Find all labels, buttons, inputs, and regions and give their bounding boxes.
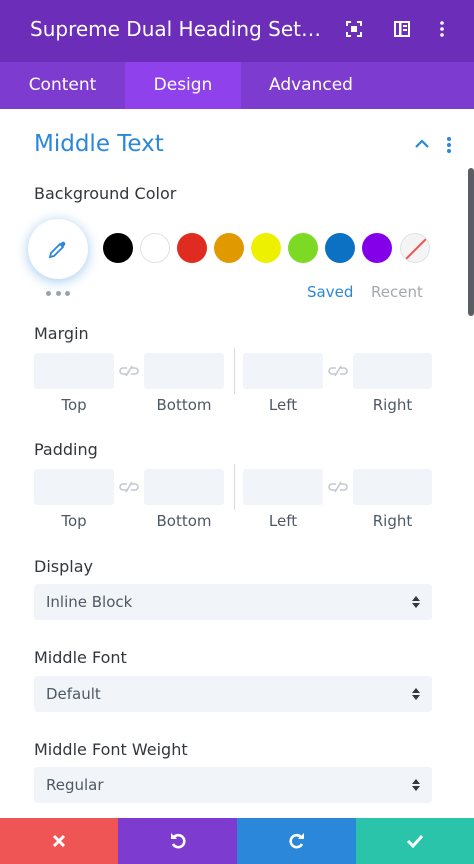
- undo-icon: [170, 833, 186, 849]
- eyedropper-icon: [48, 241, 66, 259]
- swatch-transparent-icon[interactable]: [400, 233, 430, 263]
- select-arrows-icon: [412, 594, 420, 610]
- section-options-icon[interactable]: [446, 136, 452, 154]
- swatch-yellow[interactable]: [251, 233, 281, 263]
- undo-button[interactable]: [118, 818, 237, 864]
- padding-right-label: Right: [372, 512, 413, 530]
- margin-label: Margin: [34, 324, 89, 343]
- save-button[interactable]: [356, 818, 474, 864]
- more-colors-icon[interactable]: [46, 289, 70, 297]
- fullscreen-icon[interactable]: [345, 20, 363, 38]
- select-arrows-icon: [412, 777, 420, 793]
- select-arrows-icon: [412, 686, 420, 702]
- modal-title: Supreme Dual Heading Set…: [30, 17, 321, 41]
- swatch-black[interactable]: [103, 233, 133, 263]
- padding-left-label: Left: [268, 512, 298, 530]
- tab-content[interactable]: Content: [0, 62, 125, 109]
- display-label: Display: [34, 557, 93, 576]
- link-icon[interactable]: [327, 363, 349, 377]
- color-picker-button[interactable]: [28, 219, 88, 279]
- swatch-red[interactable]: [177, 233, 207, 263]
- padding-left-input[interactable]: [243, 469, 323, 505]
- split-view-icon[interactable]: [393, 20, 411, 38]
- swatch-green[interactable]: [288, 233, 318, 263]
- margin-top-input[interactable]: [34, 353, 114, 389]
- modal-header: Supreme Dual Heading Set…: [0, 0, 474, 62]
- background-color-label: Background Color: [34, 184, 177, 203]
- padding-right-input[interactable]: [353, 469, 432, 505]
- padding-top-input[interactable]: [34, 469, 114, 505]
- swatch-orange[interactable]: [214, 233, 244, 263]
- padding-bottom-input[interactable]: [144, 469, 224, 505]
- display-value: Inline Block: [46, 593, 133, 611]
- margin-left-label: Left: [268, 396, 298, 414]
- divider: [234, 348, 235, 394]
- saved-colors-tab[interactable]: Saved: [307, 283, 353, 301]
- display-select[interactable]: Inline Block: [34, 584, 432, 620]
- scrollbar-thumb[interactable]: [468, 168, 474, 316]
- modal-footer: [0, 818, 474, 864]
- margin-left-input[interactable]: [243, 353, 323, 389]
- margin-right-label: Right: [372, 396, 413, 414]
- padding-label: Padding: [34, 440, 98, 459]
- swatch-purple[interactable]: [362, 233, 392, 263]
- margin-bottom-input[interactable]: [144, 353, 224, 389]
- check-icon: [406, 834, 424, 848]
- close-icon: [52, 834, 66, 848]
- redo-button[interactable]: [237, 818, 356, 864]
- chevron-up-icon[interactable]: [414, 136, 430, 152]
- padding-bottom-label: Bottom: [156, 512, 212, 530]
- middle-font-weight-label: Middle Font Weight: [34, 740, 188, 759]
- middle-font-label: Middle Font: [34, 648, 127, 667]
- middle-font-value: Default: [46, 685, 101, 703]
- link-icon[interactable]: [327, 479, 349, 493]
- swatch-blue[interactable]: [325, 233, 355, 263]
- middle-font-weight-select[interactable]: Regular: [34, 767, 432, 803]
- swatch-white[interactable]: [140, 233, 170, 263]
- padding-top-label: Top: [61, 512, 87, 530]
- middle-font-select[interactable]: Default: [34, 676, 432, 712]
- section-title[interactable]: Middle Text: [34, 131, 164, 157]
- divider: [234, 464, 235, 510]
- link-icon[interactable]: [118, 363, 140, 377]
- discard-button[interactable]: [0, 818, 118, 864]
- margin-right-input[interactable]: [353, 353, 432, 389]
- middle-font-weight-value: Regular: [46, 776, 104, 794]
- tab-advanced[interactable]: Advanced: [241, 62, 381, 109]
- link-icon[interactable]: [118, 479, 140, 493]
- redo-icon: [288, 833, 304, 849]
- margin-top-label: Top: [61, 396, 87, 414]
- tab-design[interactable]: Design: [125, 62, 241, 109]
- more-options-icon[interactable]: [433, 20, 451, 38]
- recent-colors-tab[interactable]: Recent: [371, 283, 423, 301]
- margin-bottom-label: Bottom: [156, 396, 212, 414]
- tab-bar: Content Design Advanced: [0, 62, 474, 109]
